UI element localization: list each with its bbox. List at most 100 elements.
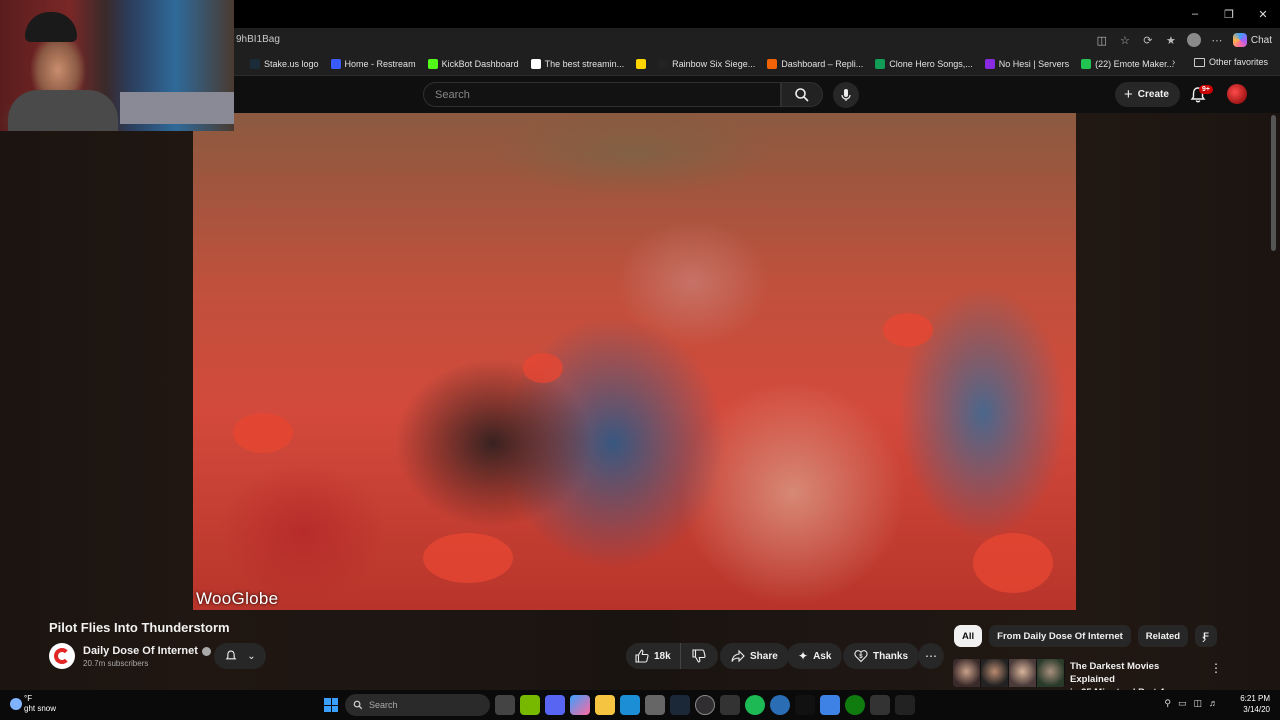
split-screen-icon[interactable]: ◫ (1095, 33, 1109, 47)
subscription-notification-button[interactable]: ⌄ (214, 643, 266, 669)
task-view-icon[interactable] (495, 695, 515, 715)
dislike-button[interactable] (681, 643, 717, 669)
filter-chip[interactable]: All (954, 625, 983, 647)
page-scrollbar[interactable] (1270, 113, 1278, 690)
filter-chip[interactable]: From Daily Dose Of Internet (989, 625, 1131, 647)
more-vertical-icon[interactable]: ⋮ (1210, 661, 1222, 675)
settings-icon[interactable] (870, 695, 890, 715)
favorite-star-icon[interactable]: ☆ (1118, 33, 1132, 47)
other-favorites-button[interactable]: Other favorites (1193, 57, 1268, 67)
chevron-right-icon[interactable]: › (1172, 57, 1175, 68)
like-button[interactable]: 18k (626, 643, 681, 669)
bookmark-item[interactable]: Rainbow Six Siege... (658, 59, 755, 69)
weather-icon[interactable] (10, 698, 22, 710)
windows-start-icon[interactable] (322, 696, 340, 714)
recommendation-thumbnail[interactable] (953, 659, 1065, 687)
minimize-button[interactable]: – (1178, 0, 1212, 28)
bookmark-label: (22) Emote Maker... (1095, 59, 1175, 69)
network-tray-icon[interactable]: ◫ (1193, 698, 1202, 709)
bookmark-label: KickBot Dashboard (441, 59, 519, 69)
bookmark-item[interactable]: Dashboard – Repli... (767, 59, 863, 69)
thanks-button[interactable]: $ Thanks (843, 643, 920, 669)
xbox-icon[interactable] (845, 695, 865, 715)
search-placeholder: Search (435, 89, 470, 101)
chips-next-arrow-icon[interactable]: › (1196, 630, 1212, 646)
bookmark-item[interactable]: (22) Emote Maker... (1081, 59, 1174, 69)
video-frame-detail (973, 533, 1053, 593)
plus-icon: + (1124, 86, 1133, 103)
volume-tray-icon[interactable]: ♬ (1209, 698, 1218, 709)
recommendation-title-line: The Darkest Movies Explained (1070, 661, 1160, 685)
steam-icon[interactable] (670, 695, 690, 715)
settings-gear-icon[interactable] (720, 695, 740, 715)
bookmark-item[interactable]: The best streamin... (530, 59, 624, 69)
bookmark-label: Clone Hero Songs,... (889, 59, 973, 69)
spotify-icon[interactable] (745, 695, 765, 715)
copilot-icon (1232, 33, 1247, 47)
betterdiscord-icon[interactable] (820, 695, 840, 715)
close-button[interactable]: ✕ (1246, 0, 1280, 28)
discord-icon[interactable] (545, 695, 565, 715)
bookmark-favicon-icon (984, 59, 995, 69)
pin-app-icon[interactable] (895, 695, 915, 715)
file-explorer-icon[interactable] (595, 695, 615, 715)
edge-icon[interactable] (620, 695, 640, 715)
channel-avatar[interactable] (49, 643, 75, 669)
system-tray: ⚲ ▭ ◫ ♬ (1164, 698, 1218, 709)
display-tray-icon[interactable]: ▭ (1178, 698, 1187, 709)
bookmark-item[interactable]: No Hesi | Servers (984, 59, 1069, 69)
search-input[interactable]: Search (423, 82, 781, 107)
obs-icon[interactable] (695, 695, 715, 715)
video-frame-detail (523, 353, 563, 383)
copilot-app-icon[interactable] (570, 695, 590, 715)
notification-badge: 9+ (1199, 85, 1213, 94)
weather-temp: °F (24, 694, 33, 703)
microphone-tray-icon[interactable]: ⚲ (1164, 698, 1171, 709)
collections-icon[interactable]: ★ (1164, 33, 1178, 47)
bookmark-favicon-icon (767, 59, 778, 69)
account-avatar[interactable] (1227, 84, 1247, 104)
bookmark-item[interactable]: KickBot Dashboard (427, 59, 519, 69)
scrollbar-thumb[interactable] (1271, 115, 1276, 251)
nvidia-icon[interactable] (520, 695, 540, 715)
folder-icon (1193, 57, 1205, 67)
video-title: Pilot Flies Into Thunderstorm (49, 620, 230, 635)
refresh-icon[interactable]: ⟳ (1141, 33, 1155, 47)
profile-icon[interactable] (1186, 33, 1201, 47)
video-player[interactable] (193, 113, 1076, 610)
bookmark-favicon-icon (250, 59, 260, 69)
bookmark-favicon-icon (658, 59, 669, 69)
bookmark-item[interactable]: Stake.us logo (250, 59, 319, 69)
more-actions-button[interactable]: ⋯ (918, 643, 944, 669)
bookmark-item[interactable]: Home - Restream (330, 59, 416, 69)
bookmark-favicon-icon (330, 59, 341, 69)
ask-button[interactable]: ✦ Ask (787, 643, 843, 669)
clock-time: 6:21 PM (1240, 694, 1270, 703)
maximize-button[interactable]: ❐ (1212, 0, 1246, 28)
channel-name-link[interactable]: Daily Dose Of Internet (83, 645, 211, 657)
create-button[interactable]: + Create (1115, 82, 1180, 107)
other-favorites-label: Other favorites (1208, 57, 1268, 67)
taskbar-apps: Search (322, 694, 915, 716)
bookmark-list: Stake.us logo Home - Restream KickBot Dash… (250, 56, 1174, 72)
url-text[interactable]: 9hBI1Bag (236, 34, 280, 45)
bookmark-favicon-icon (1081, 59, 1092, 69)
microphone-icon (841, 89, 851, 101)
share-button[interactable]: Share (720, 643, 789, 669)
taskbar-search[interactable]: Search (345, 694, 490, 716)
more-options-icon[interactable]: ⋯ (1210, 33, 1224, 47)
buddy-app-icon[interactable] (795, 695, 815, 715)
bookmark-label: Dashboard – Repli... (781, 59, 864, 69)
weather-widget[interactable]: °F ght snow (24, 694, 56, 714)
filter-chip[interactable]: Related (1137, 625, 1189, 647)
search-button[interactable] (781, 82, 823, 107)
store-icon[interactable] (645, 695, 665, 715)
thanks-label: Thanks (873, 650, 909, 662)
taskbar-clock[interactable]: 6:21 PM 3/14/20 (1240, 693, 1270, 715)
svg-text:$: $ (859, 654, 863, 660)
voice-search-button[interactable] (833, 82, 859, 108)
bookmark-item[interactable] (636, 59, 647, 69)
bookmark-item[interactable]: Clone Hero Songs,... (875, 59, 973, 69)
copilot-chat-button[interactable]: Chat (1232, 33, 1272, 47)
4k-downloader-icon[interactable] (770, 695, 790, 715)
